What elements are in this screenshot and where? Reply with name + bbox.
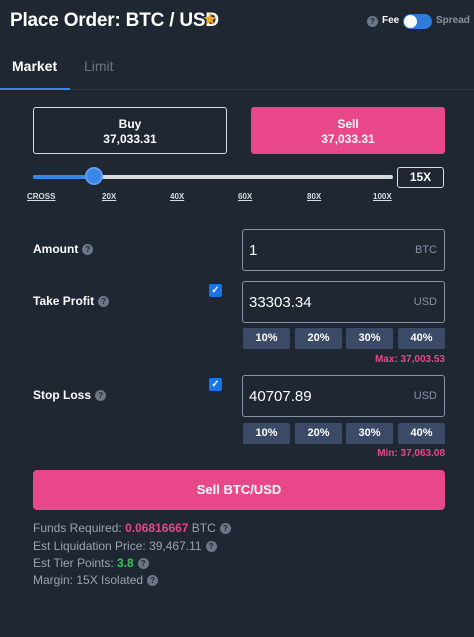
toggle-knob (404, 15, 417, 28)
liquidation-price-value: 39,467.11 (149, 539, 202, 553)
leverage-slider-handle[interactable] (85, 167, 104, 185)
take-profit-label-text: Take Profit (33, 294, 95, 308)
buy-button[interactable]: Buy 37,033.31 (33, 107, 227, 154)
take-profit-max-note: Max: 37,003.53 (374, 354, 445, 365)
fee-help-icon[interactable]: ? (367, 16, 378, 27)
amount-label-text: Amount (33, 242, 79, 256)
tier-points-help-icon[interactable]: ? (137, 558, 149, 570)
amount-label: Amount? (33, 242, 94, 256)
take-profit-value: 33303.34 (249, 294, 312, 311)
stop-loss-unit: USD (413, 390, 437, 402)
tier-points-label: Est Tier Points: (33, 556, 118, 570)
margin-label: Margin: (33, 573, 77, 587)
stop-loss-label-text: Stop Loss (33, 388, 92, 402)
leverage-tick-80x[interactable]: 80X (307, 192, 321, 201)
tier-points-line: Est Tier Points: 3.8? (33, 556, 149, 570)
fee-spread-toggle[interactable] (403, 14, 432, 29)
take-profit-40-button[interactable]: 40% (398, 328, 445, 349)
amount-field[interactable]: 1 BTC (242, 229, 445, 271)
order-type-tabs: Market Limit (0, 46, 474, 90)
amount-help-icon[interactable]: ? (82, 244, 94, 256)
stop-loss-checkbox[interactable]: ✓ (209, 378, 222, 391)
margin-value: 15X Isolated (76, 573, 144, 587)
stop-loss-min-note: Min: 37,063.08 (377, 448, 445, 459)
buy-label: Buy (118, 117, 142, 131)
liquidation-price-line: Est Liquidation Price: 39,467.11? (33, 539, 217, 553)
leverage-tick-100x[interactable]: 100X (373, 192, 392, 201)
stop-loss-30-button[interactable]: 30% (346, 423, 393, 444)
leverage-input[interactable]: 15X (397, 167, 444, 188)
take-profit-10-button[interactable]: 10% (243, 328, 290, 349)
funds-help-icon[interactable]: ? (219, 523, 231, 535)
liquidation-price-label: Est Liquidation Price: (33, 539, 150, 553)
funds-required-line: Funds Required: 0.06816667 BTC? (33, 521, 231, 535)
fee-label: Fee (382, 15, 400, 26)
leverage-tick-40x[interactable]: 40X (170, 192, 184, 201)
liquidation-help-icon[interactable]: ? (205, 541, 217, 553)
spread-label: Spread (436, 15, 470, 26)
margin-line: Margin: 15X Isolated? (33, 573, 159, 587)
sell-label: Sell (337, 117, 359, 131)
stop-loss-20-button[interactable]: 20% (295, 423, 342, 444)
amount-unit: BTC (415, 244, 437, 256)
sell-price: 37,033.31 (321, 132, 375, 146)
stop-loss-field[interactable]: 40707.89 USD (242, 375, 445, 417)
take-profit-checkbox[interactable]: ✓ (209, 284, 222, 297)
funds-required-label: Funds Required: (33, 521, 126, 535)
tier-points-value: 3.8 (117, 556, 134, 570)
take-profit-30-button[interactable]: 30% (346, 328, 393, 349)
page-title: Place Order: BTC / USD (10, 10, 219, 31)
stop-loss-10-button[interactable]: 10% (243, 423, 290, 444)
funds-required-value: 0.06816667 (125, 521, 189, 535)
take-profit-unit: USD (413, 296, 437, 308)
funds-required-unit: BTC (188, 521, 216, 535)
active-tab-indicator (0, 88, 70, 90)
stop-loss-40-button[interactable]: 40% (398, 423, 445, 444)
leverage-tick-cross[interactable]: CROSS (27, 192, 55, 201)
star-icon[interactable]: ★ (202, 9, 218, 30)
take-profit-help-icon[interactable]: ? (98, 296, 110, 308)
stop-loss-help-icon[interactable]: ? (95, 390, 107, 402)
tab-limit[interactable]: Limit (84, 58, 114, 74)
submit-order-button[interactable]: Sell BTC/USD (33, 470, 445, 510)
take-profit-20-button[interactable]: 20% (295, 328, 342, 349)
sell-button[interactable]: Sell 37,033.31 (251, 107, 445, 154)
stop-loss-value: 40707.89 (249, 388, 312, 405)
leverage-tick-20x[interactable]: 20X (102, 192, 116, 201)
buy-price: 37,033.31 (103, 132, 157, 146)
take-profit-field[interactable]: 33303.34 USD (242, 281, 445, 323)
stop-loss-label: Stop Loss? (33, 388, 107, 402)
take-profit-label: Take Profit? (33, 294, 110, 308)
leverage-tick-60x[interactable]: 60X (238, 192, 252, 201)
amount-value: 1 (249, 242, 258, 259)
tab-market[interactable]: Market (12, 58, 57, 74)
order-header: Place Order: BTC / USD ★ ? Fee Spread (0, 0, 474, 46)
margin-help-icon[interactable]: ? (147, 575, 159, 587)
